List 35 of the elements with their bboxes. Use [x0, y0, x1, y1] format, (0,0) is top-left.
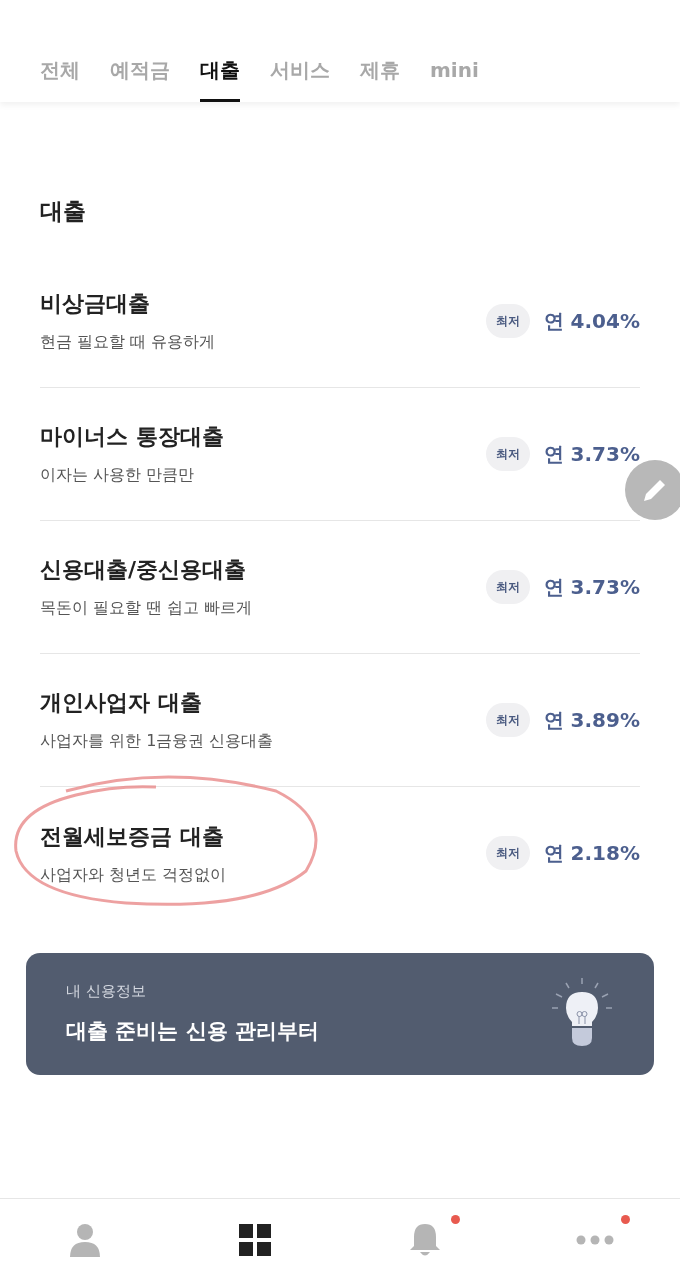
loan-name: 비상금대출 [40, 290, 151, 318]
lowest-badge: 최저 [485, 303, 530, 338]
edit-button[interactable] [625, 460, 680, 520]
grid-icon [239, 1223, 271, 1256]
section-title: 대출 [40, 197, 87, 226]
loan-item[interactable]: 신용대출/중신용대출 목돈이 필요할 땐 쉽고 빠르게 최저 연 3.73% [40, 520, 640, 654]
loan-description: 현금 필요할 때 유용하게 [40, 331, 217, 353]
bell-icon [410, 1221, 440, 1258]
loan-name: 마이너스 통장대출 [40, 423, 225, 451]
interest-rate: 연 3.89% [543, 706, 640, 734]
loan-description: 사업자를 위한 1금융권 신용대출 [40, 730, 275, 752]
tab[interactable]: 대출 [200, 55, 240, 102]
loan-item[interactable]: 비상금대출 현금 필요할 때 유용하게 최저 연 4.04% [40, 254, 640, 388]
interest-rate: 연 3.73% [543, 573, 640, 601]
more-icon [576, 1234, 614, 1245]
loan-item[interactable]: 개인사업자 대출 사업자를 위한 1금융권 신용대출 최저 연 3.89% [40, 653, 640, 787]
lowest-badge: 최저 [485, 436, 530, 471]
lowest-badge: 최저 [485, 569, 530, 604]
loan-name: 개인사업자 대출 [40, 689, 203, 717]
loan-name: 신용대출/중신용대출 [40, 556, 248, 584]
loan-description: 이자는 사용한 만큼만 [40, 464, 196, 486]
person-icon [69, 1222, 101, 1257]
banner-subtitle: 내 신용정보 [66, 980, 147, 1002]
lowest-badge: 최저 [485, 702, 530, 737]
interest-rate: 연 3.73% [543, 440, 640, 468]
banner-title: 대출 준비는 신용 관리부터 [66, 1018, 320, 1045]
loan-description: 사업자와 청년도 걱정없이 [40, 863, 228, 886]
loan-description: 목돈이 필요할 땐 쉽고 빠르게 [40, 597, 254, 619]
lowest-badge: 최저 [485, 836, 530, 870]
loan-item[interactable]: 전월세보증금 대출 사업자와 청년도 걱정없이 최저 연 2.18% [40, 786, 640, 920]
pencil-icon [642, 477, 668, 503]
interest-rate: 연 4.04% [543, 307, 640, 335]
interest-rate: 연 2.18% [543, 840, 640, 867]
credit-banner[interactable]: 내 신용정보 대출 준비는 신용 관리부터 [26, 952, 654, 1075]
loan-name: 전월세보증금 대출 [40, 822, 225, 851]
